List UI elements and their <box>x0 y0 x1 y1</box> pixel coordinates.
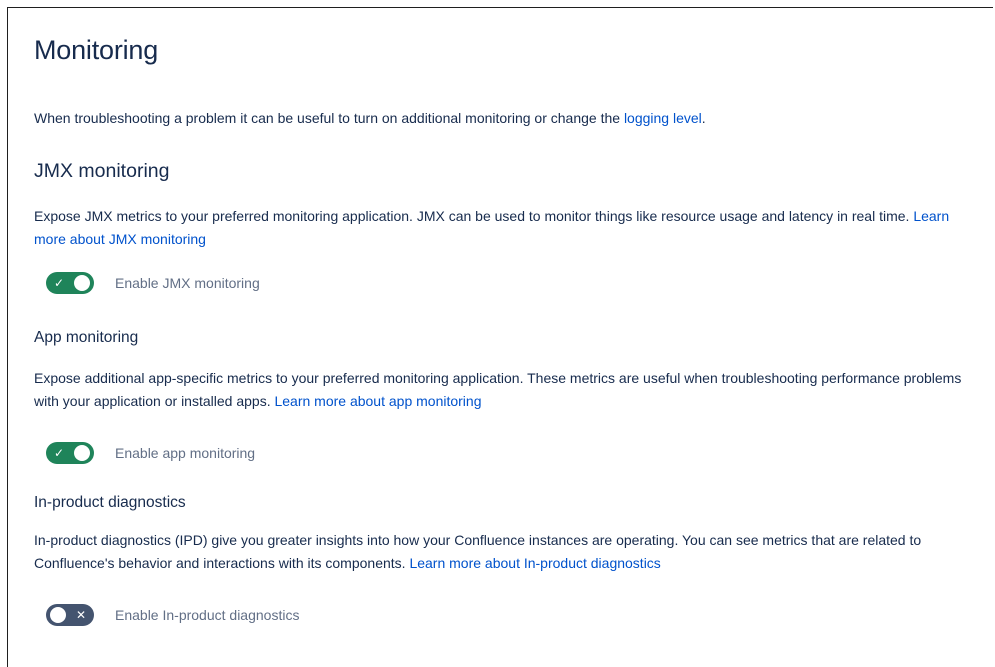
ipd-heading: In-product diagnostics <box>34 494 186 511</box>
ipd-learn-more-link[interactable]: Learn more about In-product diagnostics <box>409 555 660 571</box>
app-toggle[interactable]: ✓ <box>46 442 94 464</box>
app-heading: App monitoring <box>34 329 139 346</box>
jmx-toggle-label: Enable JMX monitoring <box>115 275 260 291</box>
jmx-description-text: Expose JMX metrics to your preferred mon… <box>34 208 914 224</box>
intro-text: When troubleshooting a problem it can be… <box>34 110 624 126</box>
page-title: Monitoring <box>34 35 159 65</box>
ipd-toggle-row: ✕ Enable In-product diagnostics <box>46 604 299 626</box>
toggle-knob <box>74 275 90 291</box>
toggle-knob <box>50 607 66 623</box>
check-icon: ✓ <box>54 446 65 460</box>
jmx-toggle[interactable]: ✓ <box>46 272 94 294</box>
intro-end: . <box>701 110 706 126</box>
page-frame: Monitoring When troubleshooting a proble… <box>7 7 993 667</box>
app-description-text: Expose additional app-specific metrics t… <box>34 370 962 409</box>
app-description: Expose additional app-specific metrics t… <box>34 367 979 413</box>
close-icon: ✕ <box>75 608 86 622</box>
jmx-heading: JMX monitoring <box>34 160 170 182</box>
ipd-toggle[interactable]: ✕ <box>46 604 94 626</box>
check-icon: ✓ <box>54 276 65 290</box>
jmx-toggle-row: ✓ Enable JMX monitoring <box>46 272 260 294</box>
intro-paragraph: When troubleshooting a problem it can be… <box>34 107 706 130</box>
ipd-description: In-product diagnostics (IPD) give you gr… <box>34 529 994 575</box>
app-toggle-label: Enable app monitoring <box>115 445 256 461</box>
logging-level-link[interactable]: logging level <box>624 110 702 126</box>
app-toggle-row: ✓ Enable app monitoring <box>46 442 255 464</box>
ipd-toggle-label: Enable In-product diagnostics <box>115 607 300 623</box>
app-learn-more-link[interactable]: Learn more about app monitoring <box>274 393 481 409</box>
toggle-knob <box>74 445 90 461</box>
jmx-description: Expose JMX metrics to your preferred mon… <box>34 205 979 251</box>
